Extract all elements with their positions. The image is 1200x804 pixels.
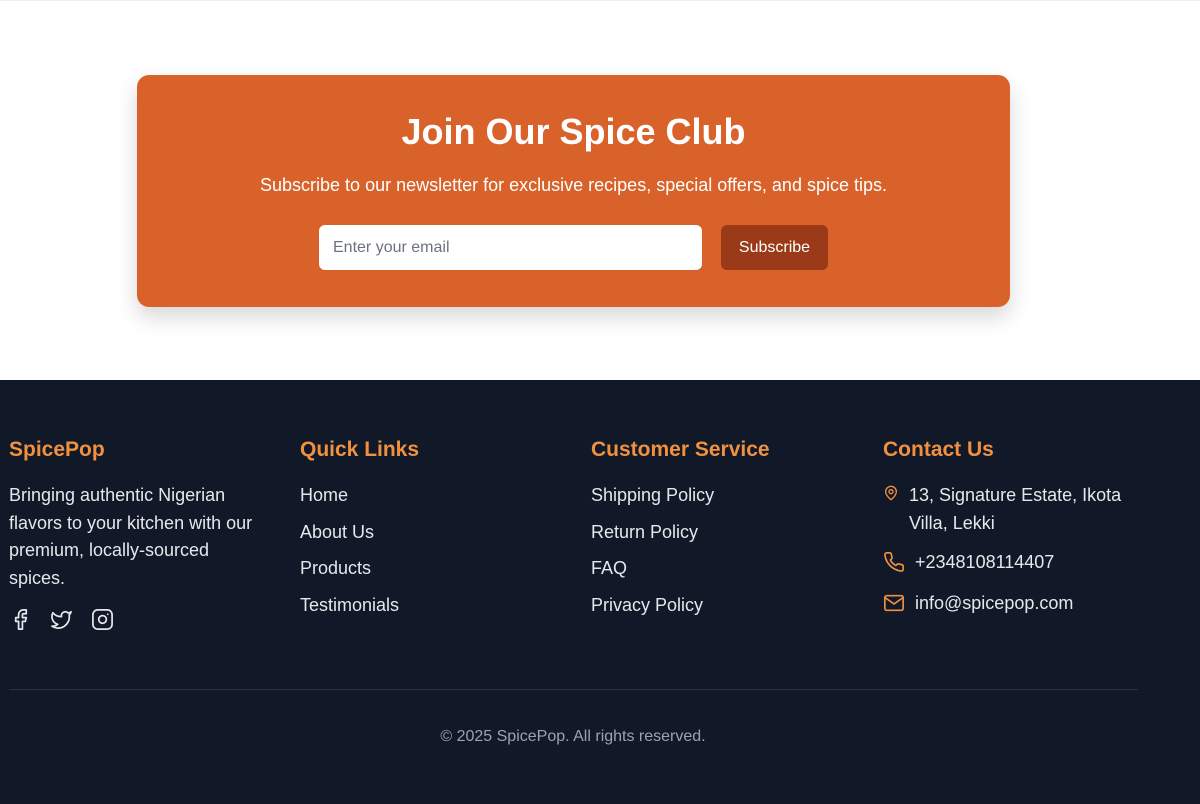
brand-column: SpicePop Bringing authentic Nigerian fla… (9, 438, 269, 631)
quick-links-list: Home About Us Products Testimonials (300, 484, 560, 616)
customer-service-column: Customer Service Shipping Policy Return … (591, 438, 851, 630)
footer-link-return-policy[interactable]: Return Policy (591, 521, 851, 543)
footer-link-privacy-policy[interactable]: Privacy Policy (591, 594, 851, 616)
customer-service-list: Shipping Policy Return Policy FAQ Privac… (591, 484, 851, 616)
footer-link-shipping-policy[interactable]: Shipping Policy (591, 484, 851, 506)
quick-links-column: Quick Links Home About Us Products Testi… (300, 438, 560, 630)
social-links (9, 608, 269, 631)
twitter-icon[interactable] (50, 608, 73, 631)
newsletter-title: Join Our Spice Club (401, 111, 746, 152)
instagram-icon[interactable] (91, 608, 114, 631)
contact-email-text[interactable]: info@spicepop.com (915, 590, 1073, 618)
email-input[interactable] (319, 225, 702, 270)
phone-icon (883, 551, 905, 573)
contact-address: 13, Signature Estate, Ikota Villa, Lekki (883, 482, 1153, 537)
contact-heading: Contact Us (883, 438, 994, 461)
subscribe-button[interactable]: Subscribe (721, 225, 828, 270)
brand-name: SpicePop (9, 438, 105, 461)
newsletter-subtitle: Subscribe to our newsletter for exclusiv… (260, 175, 887, 195)
contact-phone: +2348108114407 (883, 549, 1153, 577)
copyright-text: © 2025 SpicePop. All rights reserved. (440, 728, 706, 745)
site-footer: SpicePop Bringing authentic Nigerian fla… (0, 380, 1200, 804)
footer-link-about-us[interactable]: About Us (300, 521, 560, 543)
customer-service-heading: Customer Service (591, 438, 770, 461)
map-pin-icon (883, 484, 899, 506)
contact-column: Contact Us 13, Signature Estate, Ikota V… (883, 438, 1153, 617)
newsletter-section: Join Our Spice Club Subscribe to our new… (0, 0, 1200, 380)
contact-email: info@spicepop.com (883, 590, 1153, 618)
footer-link-home[interactable]: Home (300, 484, 560, 506)
contact-list: 13, Signature Estate, Ikota Villa, Lekki… (883, 482, 1153, 617)
newsletter-card: Join Our Spice Club Subscribe to our new… (137, 75, 1010, 307)
contact-phone-text[interactable]: +2348108114407 (915, 549, 1054, 577)
footer-divider (9, 689, 1138, 690)
contact-address-text: 13, Signature Estate, Ikota Villa, Lekki (909, 485, 1122, 533)
mail-icon (883, 592, 905, 614)
footer-link-faq[interactable]: FAQ (591, 557, 851, 579)
footer-link-testimonials[interactable]: Testimonials (300, 594, 560, 616)
quick-links-heading: Quick Links (300, 438, 420, 461)
brand-description: Bringing authentic Nigerian flavors to y… (9, 485, 253, 588)
footer-link-products[interactable]: Products (300, 557, 560, 579)
facebook-icon[interactable] (9, 608, 32, 631)
